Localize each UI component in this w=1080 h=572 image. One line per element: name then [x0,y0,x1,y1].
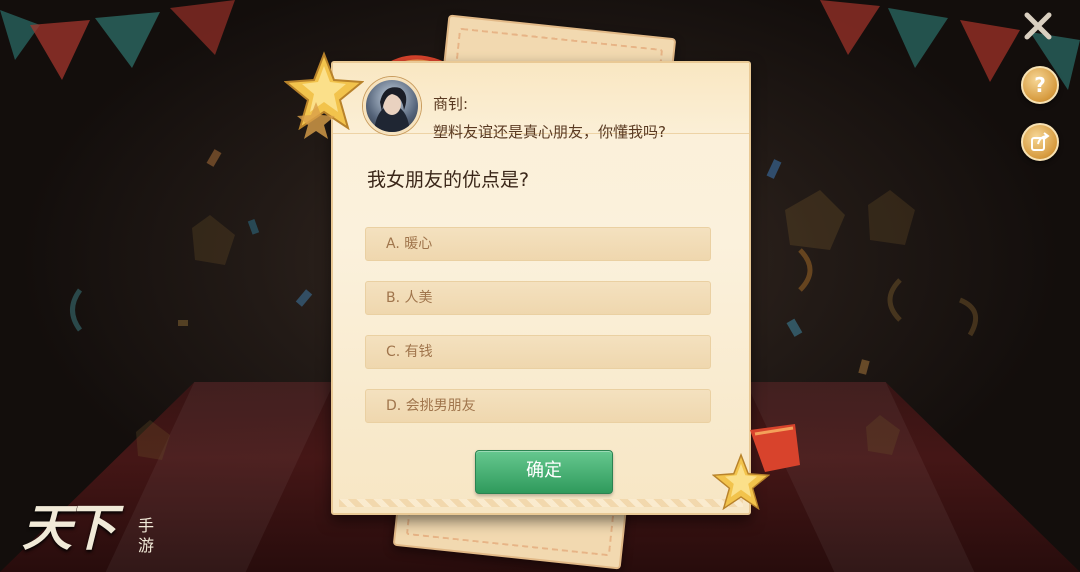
share-button[interactable] [1021,123,1059,161]
avatar-portrait [374,87,410,132]
close-icon [1024,12,1052,40]
speaker-avatar [363,77,421,135]
small-star-icon [297,102,335,139]
game-logo: 天下 手游 [22,488,172,568]
logo-sub: 手游 [138,516,155,555]
logo-main: 天下 [22,498,116,557]
option-a[interactable]: A. 暖心 [365,227,711,261]
confirm-button[interactable]: 确定 [475,450,613,494]
close-button[interactable] [1020,8,1056,44]
option-b[interactable]: B. 人美 [365,281,711,315]
help-button[interactable]: ? [1021,66,1059,104]
dialog-stripe-border [339,499,743,507]
option-c[interactable]: C. 有钱 [365,335,711,369]
speaker-dialogue: 塑料友谊还是真心朋友，你懂我吗? [433,123,666,141]
help-icon: ? [1034,73,1046,97]
speaker-name: 商钊: [433,95,469,113]
star-bottom-icon [712,452,770,510]
question-text: 我女朋友的优点是? [367,169,530,191]
quiz-dialog: 商钊: 塑料友谊还是真心朋友，你懂我吗? 我女朋友的优点是? A. 暖心 B. … [331,61,751,515]
option-d[interactable]: D. 会挑男朋友 [365,389,711,423]
share-icon [1031,132,1050,151]
